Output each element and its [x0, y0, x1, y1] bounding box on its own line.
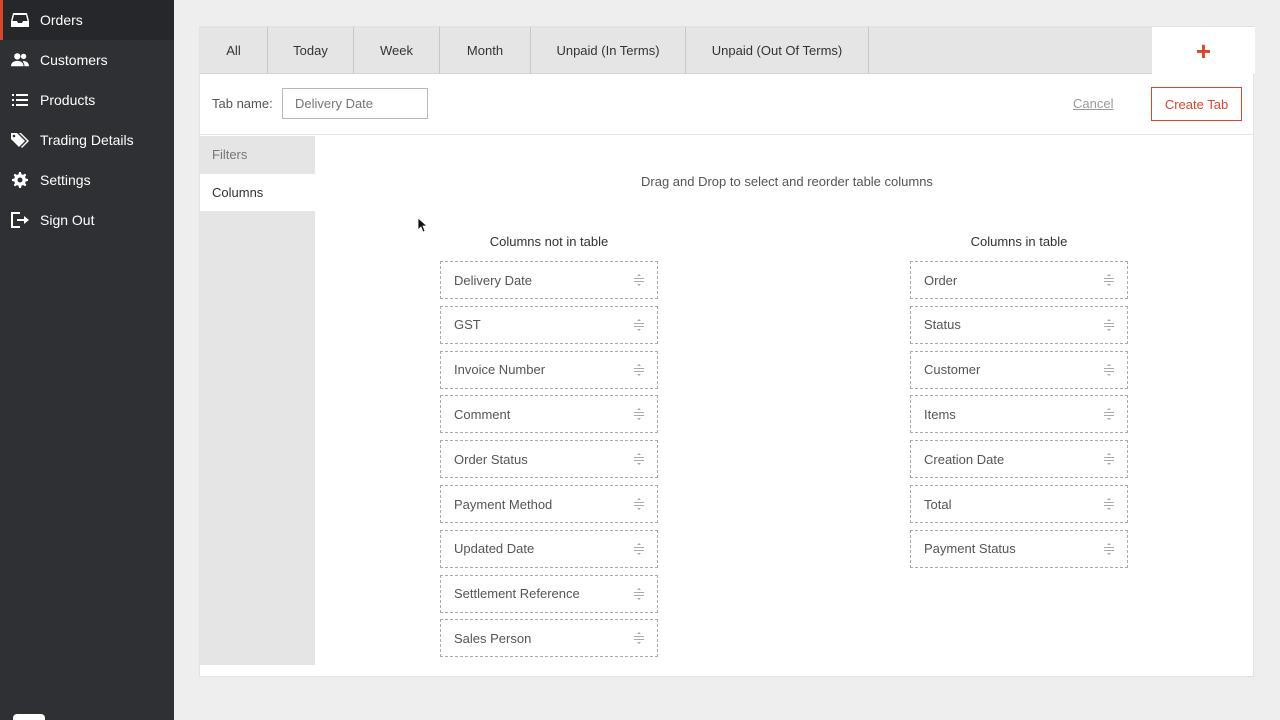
tab-unpaid-out-of-terms[interactable]: Unpaid (Out Of Terms) [686, 27, 869, 74]
sidebar: Orders Customers Products Trading Detail… [0, 0, 174, 720]
column-item-label: Order Status [454, 451, 528, 467]
gear-icon [11, 171, 29, 189]
column-item[interactable]: Order [910, 261, 1128, 299]
tab-name-row: Tab name: Cancel Create Tab [200, 74, 1255, 135]
tab-name-input[interactable] [282, 88, 428, 119]
column-item[interactable]: Delivery Date [440, 261, 658, 299]
drag-handle-icon[interactable] [1103, 274, 1115, 286]
column-item-label: Total [924, 496, 952, 512]
column-item[interactable]: Items [910, 395, 1128, 434]
sidebar-item-label: Products [40, 92, 96, 108]
drag-handle-icon[interactable] [633, 363, 645, 376]
drag-handle-icon[interactable] [633, 408, 645, 421]
sidebar-item-label: Settings [40, 172, 91, 188]
sidebar-item-label: Sign Out [40, 212, 95, 228]
drag-handle-icon[interactable] [633, 587, 645, 600]
columns-in-table-heading: Columns in table [970, 234, 1068, 249]
drag-handle-icon[interactable] [1103, 408, 1115, 421]
sidebar-item-orders[interactable]: Orders [0, 0, 174, 40]
tab-bar: All Today Week Month Unpaid (In Terms) U… [200, 27, 1152, 74]
side-tab-columns[interactable]: Columns [200, 174, 315, 211]
drag-handle-icon[interactable] [633, 632, 645, 645]
column-item[interactable]: Customer [910, 350, 1128, 389]
column-item[interactable]: Updated Date [440, 529, 658, 568]
column-item-label: Payment Method [454, 496, 553, 512]
tab-month[interactable]: Month [440, 27, 531, 74]
column-item-label: Customer [924, 362, 981, 378]
create-tab-button[interactable]: Create Tab [1151, 87, 1242, 121]
sidebar-item-trading-details[interactable]: Trading Details [0, 120, 174, 160]
column-item-label: Sales Person [454, 630, 532, 646]
column-item[interactable]: Payment Method [440, 485, 658, 523]
sign-out-icon [11, 211, 29, 229]
cancel-link[interactable]: Cancel [1073, 96, 1113, 111]
sidebar-item-label: Customers [40, 52, 108, 68]
tab-name-label: Tab name: [212, 96, 273, 111]
drag-handle-icon[interactable] [1103, 498, 1115, 510]
column-item[interactable]: Payment Status [910, 529, 1128, 568]
sidebar-item-label: Orders [40, 12, 83, 28]
column-item[interactable]: Settlement Reference [440, 574, 658, 613]
sidebar-item-sign-out[interactable]: Sign Out [0, 200, 174, 240]
drag-handle-icon[interactable] [1103, 318, 1115, 331]
tags-icon [11, 131, 29, 149]
sidebar-item-products[interactable]: Products [0, 80, 174, 120]
create-tab-panel: All Today Week Month Unpaid (In Terms) U… [199, 26, 1255, 677]
sidebar-item-label: Trading Details [40, 132, 134, 148]
add-tab-button[interactable]: + [1152, 27, 1255, 74]
column-item[interactable]: Creation Date [910, 440, 1128, 479]
column-item[interactable]: Sales Person [440, 619, 658, 658]
column-item[interactable]: Order Status [440, 440, 658, 479]
column-item-label: Payment Status [924, 541, 1016, 557]
columns-hint: Drag and Drop to select and reorder tabl… [641, 174, 933, 189]
side-tab-filters[interactable]: Filters [200, 136, 315, 173]
drag-handle-icon[interactable] [633, 274, 645, 286]
sidebar-item-settings[interactable]: Settings [0, 160, 174, 200]
tab-all[interactable]: All [200, 27, 268, 74]
column-item-label: Items [924, 406, 956, 422]
sidebar-item-customers[interactable]: Customers [0, 40, 174, 80]
column-item-label: Comment [454, 406, 511, 422]
tab-week[interactable]: Week [354, 27, 440, 74]
drag-handle-icon[interactable] [633, 453, 645, 466]
column-item-label: Creation Date [924, 451, 1005, 467]
column-item-label: Invoice Number [454, 362, 546, 378]
column-item-label: Order [924, 272, 958, 288]
column-item[interactable]: Status [910, 305, 1128, 344]
column-item-label: Delivery Date [454, 272, 533, 288]
column-item[interactable]: Total [910, 485, 1128, 523]
sidebar-bottom-tab[interactable] [13, 714, 45, 720]
column-item-label: GST [454, 317, 481, 333]
column-item-label: Updated Date [454, 541, 535, 557]
users-icon [11, 51, 29, 69]
drag-handle-icon[interactable] [1103, 542, 1115, 555]
drag-handle-icon[interactable] [633, 542, 645, 555]
settings-side-tabs: Filters Columns [200, 136, 315, 665]
inbox-icon [11, 11, 29, 29]
mouse-cursor-icon [418, 218, 428, 233]
drag-handle-icon[interactable] [633, 498, 645, 510]
column-item[interactable]: GST [440, 305, 658, 344]
column-item-label: Status [924, 317, 961, 333]
tab-unpaid-in-terms[interactable]: Unpaid (In Terms) [531, 27, 686, 74]
column-item[interactable]: Comment [440, 395, 658, 434]
column-item-label: Settlement Reference [454, 586, 580, 602]
columns-not-in-table-heading: Columns not in table [489, 234, 609, 249]
drag-handle-icon[interactable] [1103, 363, 1115, 376]
drag-handle-icon[interactable] [633, 318, 645, 331]
list-icon [11, 91, 29, 109]
tab-today[interactable]: Today [268, 27, 354, 74]
drag-handle-icon[interactable] [1103, 453, 1115, 466]
plus-icon: + [1195, 35, 1212, 66]
column-item[interactable]: Invoice Number [440, 350, 658, 389]
